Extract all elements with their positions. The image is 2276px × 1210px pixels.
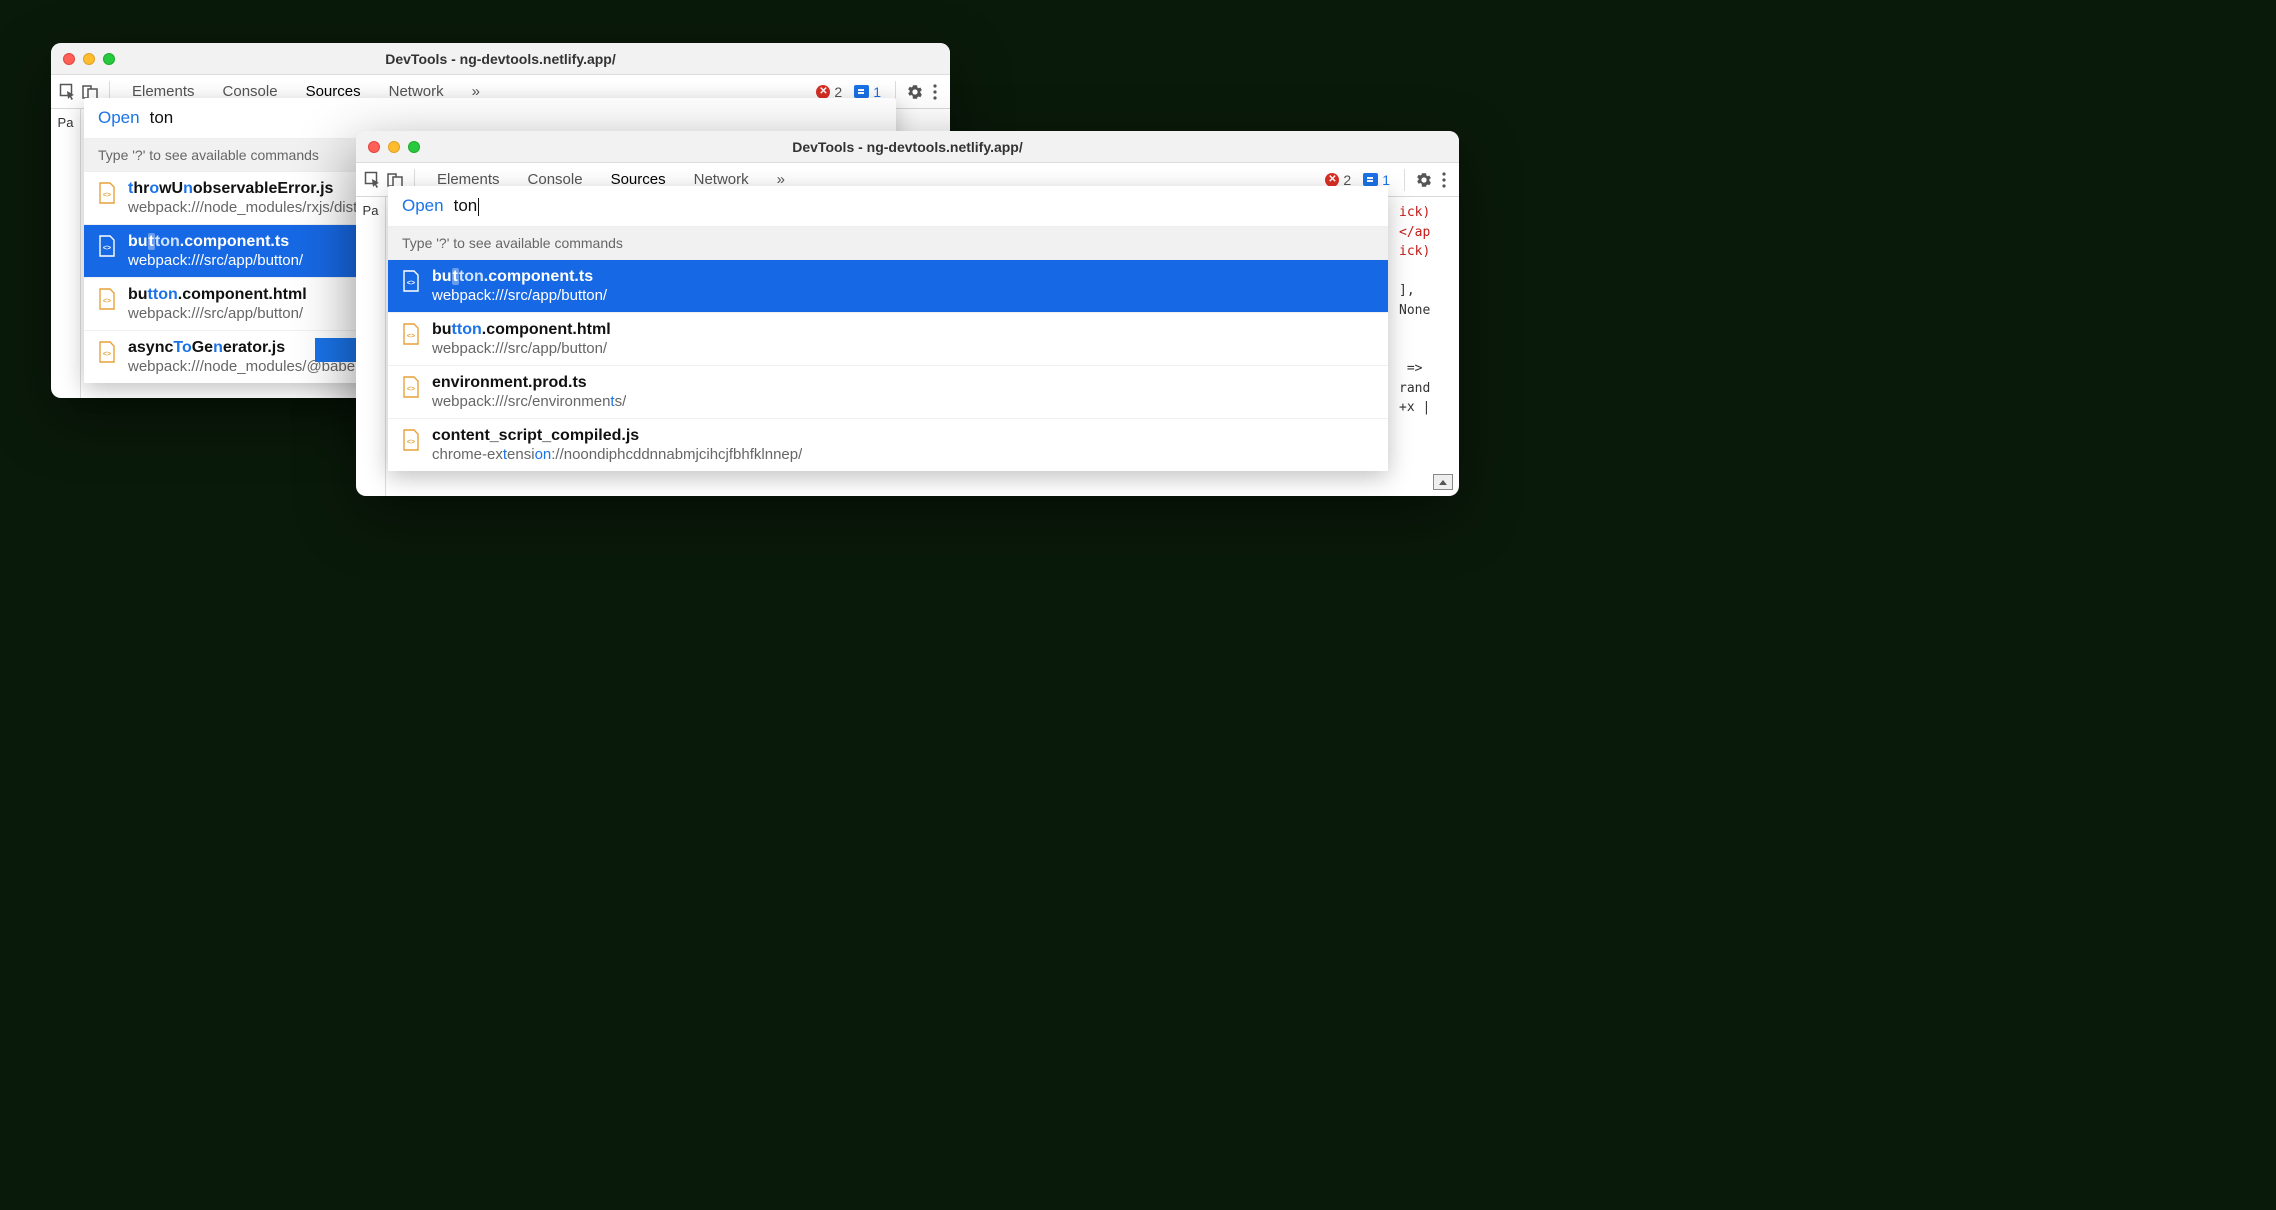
more-menu-icon[interactable] <box>928 83 942 101</box>
result-filename: throwUnobservableError.js <box>128 180 390 198</box>
result-item[interactable]: <> content_script_compiled.jschrome-exte… <box>388 419 1388 471</box>
maximize-window-button[interactable] <box>103 53 115 65</box>
message-icon <box>1363 173 1378 186</box>
html-file-icon: <> <box>402 323 420 345</box>
svg-text:<>: <> <box>103 245 111 252</box>
more-menu-icon[interactable] <box>1437 171 1451 189</box>
minimize-window-button[interactable] <box>388 141 400 153</box>
window-title: DevTools - ng-devtools.netlify.app/ <box>51 51 950 67</box>
command-hint: Type '?' to see available commands <box>388 226 1388 260</box>
result-filename: content_script_compiled.js <box>432 427 802 445</box>
svg-text:<>: <> <box>103 298 111 305</box>
inspect-element-icon[interactable] <box>364 171 382 189</box>
close-window-button[interactable] <box>368 141 380 153</box>
svg-text:<>: <> <box>103 351 111 358</box>
js-file-icon: <> <box>402 429 420 451</box>
search-input[interactable]: ton <box>150 108 174 128</box>
sources-sidebar-tab[interactable]: Pa <box>51 109 81 398</box>
traffic-lights <box>356 141 420 153</box>
error-icon: ✕ <box>816 85 830 99</box>
svg-text:<>: <> <box>407 386 415 393</box>
result-path: webpack:///src/app/button/ <box>432 287 607 304</box>
ts-file-icon: <> <box>402 270 420 292</box>
result-path: webpack:///src/app/button/ <box>128 252 303 269</box>
result-filename: button.component.html <box>432 321 611 339</box>
search-input[interactable]: ton <box>454 196 480 216</box>
svg-text:<>: <> <box>407 439 415 446</box>
svg-text:<>: <> <box>407 280 415 287</box>
result-item[interactable]: <> environment.prod.tswebpack:///src/env… <box>388 366 1388 419</box>
open-label: Open <box>98 108 140 128</box>
result-path: chrome-extension://noondiphcddnnabmjcihc… <box>432 446 802 463</box>
window-title: DevTools - ng-devtools.netlify.app/ <box>356 139 1459 155</box>
maximize-window-button[interactable] <box>408 141 420 153</box>
settings-icon[interactable] <box>906 83 924 101</box>
search-row: Open ton <box>388 186 1388 226</box>
settings-icon[interactable] <box>1415 171 1433 189</box>
html-file-icon: <> <box>98 288 116 310</box>
result-filename: button.component.ts <box>128 233 303 251</box>
result-filename: environment.prod.ts <box>432 374 626 392</box>
js-file-icon: <> <box>98 182 116 204</box>
inspect-element-icon[interactable] <box>59 83 77 101</box>
result-path: webpack:///src/app/button/ <box>128 305 307 322</box>
open-label: Open <box>402 196 444 216</box>
result-item[interactable]: <> button.component.htmlwebpack:///src/a… <box>388 313 1388 366</box>
svg-text:<>: <> <box>103 192 111 199</box>
message-icon <box>854 85 869 98</box>
result-path: webpack:///src/environments/ <box>432 393 626 410</box>
drawer-toggle-icon[interactable] <box>1433 474 1453 490</box>
text-cursor <box>478 198 479 216</box>
ts-file-icon: <> <box>402 376 420 398</box>
result-path: webpack:///src/app/button/ <box>432 340 611 357</box>
svg-text:<>: <> <box>407 333 415 340</box>
minimize-window-button[interactable] <box>83 53 95 65</box>
error-icon: ✕ <box>1325 173 1339 187</box>
code-preview: ick) </ap ick) ], None => rand +x | <box>1399 197 1459 418</box>
result-filename: button.component.ts <box>432 268 607 286</box>
result-item[interactable]: <> button.component.tswebpack:///src/app… <box>388 260 1388 313</box>
traffic-lights <box>51 53 115 65</box>
sources-sidebar-tab[interactable]: Pa <box>356 197 386 496</box>
js-file-icon: <> <box>98 341 116 363</box>
titlebar: DevTools - ng-devtools.netlify.app/ <box>356 131 1459 163</box>
open-file-popup-right: Open ton Type '?' to see available comma… <box>388 186 1388 471</box>
result-filename: button.component.html <box>128 286 307 304</box>
result-path: webpack:///node_modules/rxjs/dist/esm <box>128 199 390 216</box>
titlebar: DevTools - ng-devtools.netlify.app/ <box>51 43 950 75</box>
ts-file-icon: <> <box>98 235 116 257</box>
close-window-button[interactable] <box>63 53 75 65</box>
